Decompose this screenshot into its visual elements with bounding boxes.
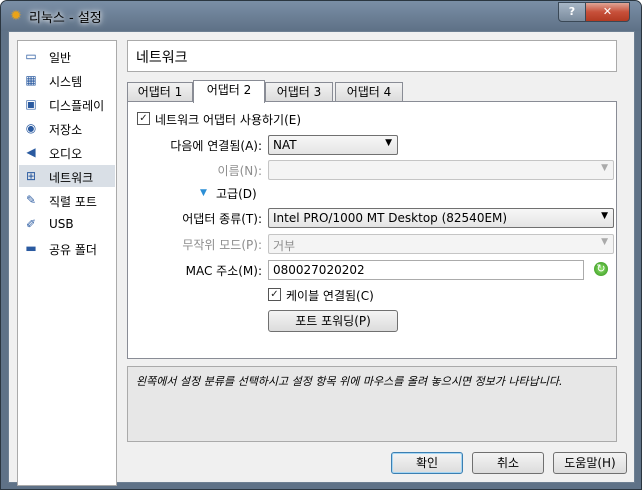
chevron-down-icon: ▼ [385,138,392,148]
page-title: 네트워크 [136,50,188,66]
sidebar-item-network[interactable]: ⊞ 네트워크 [19,165,115,187]
sidebar-item-usb[interactable]: ✐ USB [19,213,115,235]
page-header: 네트워크 [127,40,617,72]
chevron-down-icon: ▼ [601,163,608,173]
sidebar-item-label: 공유 폴더 [49,243,97,257]
promiscuous-mode-label: 무작위 모드(P): [182,238,262,252]
tab-adapter-2[interactable]: 어댑터 2 [193,80,265,103]
refresh-mac-icon[interactable]: ↻ [594,262,608,276]
adapter-type-label: 어댑터 종류(T): [182,212,262,226]
serial-port-icon: ✎ [25,193,37,207]
general-icon: ▭ [25,49,37,63]
sidebar-item-system[interactable]: ▦ 시스템 [19,69,115,91]
folder-icon: ▬ [25,241,37,255]
sidebar-item-storage[interactable]: ◉ 저장소 [19,117,115,139]
sidebar-item-label: 네트워크 [49,171,94,185]
sidebar-item-display[interactable]: ▣ 디스플레이 [19,93,115,115]
settings-sidebar: ▭ 일반 ▦ 시스템 ▣ 디스플레이 ◉ 저장소 ◀ 오디오 ⊞ 네트워크 ✎ … [17,40,117,486]
port-forwarding-button[interactable]: 포트 포워딩(P) [268,310,398,332]
usb-icon: ✐ [25,217,37,231]
enable-adapter-checkbox[interactable]: ✓ [137,112,150,125]
promiscuous-mode-select[interactable]: 거부 ▼ [268,234,614,254]
name-select[interactable]: ▼ [268,160,614,180]
sidebar-item-serial-ports[interactable]: ✎ 직렬 포트 [19,189,115,211]
help-button[interactable]: 도움말(H) [553,452,627,474]
adapter-panel: ✓ 네트워크 어댑터 사용하기(E) 다음에 연결됨(A): NAT ▼ 이름(… [127,101,617,359]
sidebar-item-label: 디스플레이 [49,99,105,113]
mac-address-label: MAC 주소(M): [185,264,262,278]
attached-to-select[interactable]: NAT ▼ [268,135,398,155]
dialog-client: ▭ 일반 ▦ 시스템 ▣ 디스플레이 ◉ 저장소 ◀ 오디오 ⊞ 네트워크 ✎ … [8,31,635,486]
sidebar-item-general[interactable]: ▭ 일반 [19,45,115,67]
sidebar-item-label: 저장소 [49,123,83,137]
gear-icon: ✹ [10,8,22,24]
description-text: 왼쪽에서 설정 분류를 선택하시고 설정 항목 위에 마우스를 올려 놓으시면 … [136,375,563,388]
settings-window: ✹ 리눅스 - 설정 ? ✕ ▭ 일반 ▦ 시스템 ▣ 디스플레이 ◉ 저장소 … [0,0,642,490]
close-button[interactable]: ✕ [585,2,630,22]
storage-icon: ◉ [25,121,37,135]
chevron-down-icon: ▼ [601,237,608,247]
tab-adapter-1[interactable]: 어댑터 1 [127,82,193,101]
attached-to-label: 다음에 연결됨(A): [170,139,262,153]
enable-adapter-label: 네트워크 어댑터 사용하기(E) [155,113,302,127]
system-icon: ▦ [25,73,37,87]
speaker-icon: ◀ [26,145,36,159]
name-label: 이름(N): [217,164,262,178]
sidebar-item-audio[interactable]: ◀ 오디오 [19,141,115,163]
display-icon: ▣ [25,97,37,111]
advanced-toggle[interactable]: 고급(D) [216,185,257,202]
sidebar-item-label: 직렬 포트 [49,195,97,209]
expand-triangle-icon[interactable]: ▼ [200,188,207,198]
ok-button[interactable]: 확인 [391,452,463,474]
cable-connected-label: 케이블 연결됨(C) [286,289,374,303]
cancel-button[interactable]: 취소 [472,452,544,474]
cable-connected-checkbox[interactable]: ✓ [268,288,281,301]
help-title-button[interactable]: ? [558,2,586,22]
sidebar-item-label: USB [49,217,74,231]
adapter-type-select[interactable]: Intel PRO/1000 MT Desktop (82540EM) ▼ [268,208,614,228]
mac-address-input[interactable]: 080027020202 [268,260,584,280]
sidebar-item-label: 일반 [49,51,72,65]
sidebar-item-label: 시스템 [49,75,83,89]
window-title: 리눅스 - 설정 [29,11,102,26]
description-box: 왼쪽에서 설정 분류를 선택하시고 설정 항목 위에 마우스를 올려 놓으시면 … [127,366,617,442]
sidebar-item-label: 오디오 [49,147,83,161]
network-icon: ⊞ [25,169,37,183]
title-bar: ✹ 리눅스 - 설정 ? ✕ [1,1,641,31]
tab-adapter-3[interactable]: 어댑터 3 [265,82,333,101]
chevron-down-icon: ▼ [601,211,608,221]
tab-adapter-4[interactable]: 어댑터 4 [335,82,403,101]
sidebar-item-shared-folders[interactable]: ▬ 공유 폴더 [19,237,115,259]
